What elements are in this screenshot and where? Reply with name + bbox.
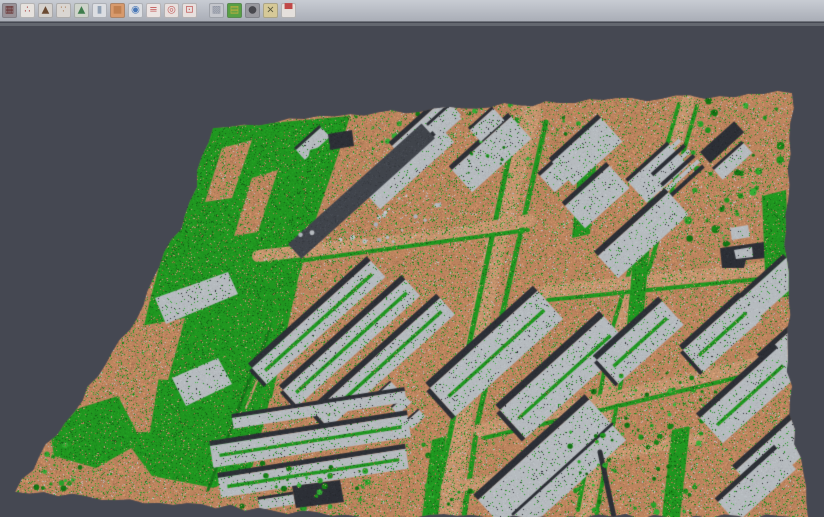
classification-palette-icon[interactable]: ▤ <box>227 3 242 18</box>
point-cloud-canvas[interactable] <box>0 0 824 517</box>
globe-3d-icon[interactable]: ◉ <box>128 3 143 18</box>
mesh-points-icon[interactable]: ▦ <box>2 3 17 18</box>
pick-center-icon[interactable]: ◎ <box>164 3 179 18</box>
delete-cross-icon[interactable]: × <box>263 3 278 18</box>
column-view-icon[interactable]: ▮ <box>92 3 107 18</box>
viewport-3d[interactable] <box>0 0 824 517</box>
vegetation-terrain-icon[interactable]: ▲ <box>74 3 89 18</box>
terrain-hill-icon[interactable]: ▲ <box>38 3 53 18</box>
render-view-icon[interactable]: ● <box>245 3 260 18</box>
sparse-points-icon[interactable]: ∵ <box>56 3 71 18</box>
toolbar: ▦∴▲∵▲▮■◉≡◎⊡▩▤●×▀ <box>0 0 824 22</box>
application-window: ▦∴▲∵▲▮■◉≡◎⊡▩▤●×▀ <box>0 0 824 517</box>
classify-points-icon[interactable]: ∴ <box>20 3 35 18</box>
texture-pattern-icon[interactable]: ▩ <box>209 3 224 18</box>
section-lines-icon[interactable]: ≡ <box>146 3 161 18</box>
toolbar-separator <box>0 23 824 26</box>
flag-marker-icon[interactable]: ▀ <box>281 3 296 18</box>
zoom-extents-icon[interactable]: ⊡ <box>182 3 197 18</box>
ground-class-swatch-icon[interactable]: ■ <box>110 3 125 18</box>
